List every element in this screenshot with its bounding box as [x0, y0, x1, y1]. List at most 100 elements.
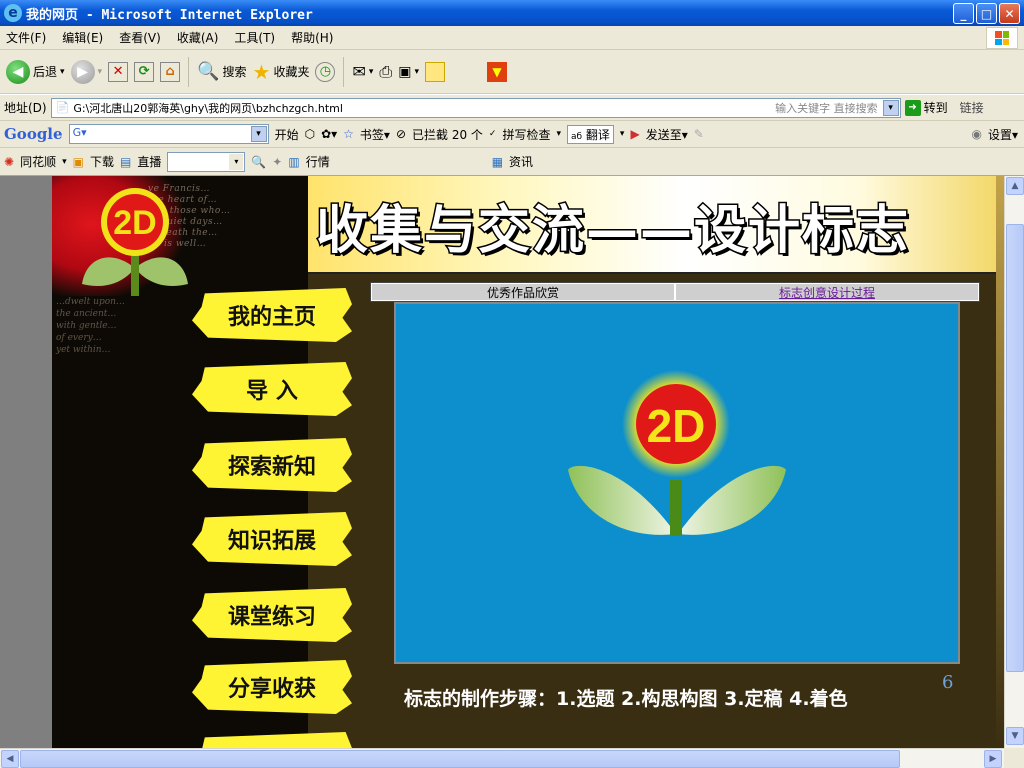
page-margin — [0, 176, 52, 748]
scroll-thumb[interactable] — [1006, 224, 1024, 672]
nav-introduction[interactable]: 导 入 — [192, 362, 352, 416]
maximize-button[interactable]: □ — [976, 3, 997, 24]
toolbar-divider — [343, 56, 345, 87]
close-button[interactable]: ✕ — [999, 3, 1020, 24]
nav-explore[interactable]: 探索新知 — [192, 438, 352, 492]
scroll-right-icon[interactable]: ▶ — [984, 750, 1002, 768]
chevron-down-icon[interactable]: ▾ — [882, 99, 899, 116]
chevron-down-icon[interactable]: ▾ — [60, 67, 65, 77]
news-icon: ▦ — [491, 154, 504, 169]
google-toolbar: Google G▾ ▾ 开始 ⬡ ✿▾ ☆ 书签▾ ⊘ 已拦截 20 个 ✓ 拼… — [0, 121, 1024, 148]
download-button[interactable]: 下载 — [90, 153, 114, 170]
tab-design-process[interactable]: 标志创意设计过程 — [675, 283, 979, 301]
live-icon: ▤ — [119, 154, 132, 169]
google-search-input[interactable]: G▾ ▾ — [68, 124, 269, 144]
tonghuashun-icon: ✺ — [4, 154, 15, 169]
nav-share[interactable]: 分享收获 — [192, 660, 352, 714]
search-button[interactable]: 🔍 搜索 — [197, 61, 246, 82]
print-button[interactable]: ⎙ — [379, 62, 392, 82]
webpage: ve Francis… the heart of… and those who…… — [52, 176, 1004, 748]
stock-code-input[interactable]: ▾ — [167, 151, 246, 172]
chevron-down-icon[interactable]: ▾ — [229, 153, 244, 170]
scroll-up-icon[interactable]: ▲ — [1006, 177, 1024, 195]
scroll-down-icon[interactable]: ▼ — [1006, 727, 1024, 745]
script-texture: …dwelt upon… the ancient… with gentle… o… — [56, 297, 125, 355]
spellcheck-button[interactable]: 拼写检查 — [502, 126, 550, 143]
download-icon: ▣ — [72, 154, 84, 169]
go-button[interactable]: ➜ 转到 — [904, 99, 948, 116]
bookmark-star-icon: ☆ — [343, 127, 354, 141]
menu-edit[interactable]: 编辑(E) — [62, 29, 103, 46]
back-button[interactable]: ◀ 后退 ▾ — [6, 59, 65, 84]
translate-icon: аб — [571, 131, 583, 142]
minimize-button[interactable]: _ — [953, 3, 974, 24]
chevron-down-icon[interactable]: ▾ — [98, 67, 103, 77]
vertical-scrollbar[interactable]: ▲ ▼ — [1004, 176, 1024, 748]
flower-logo-icon: 2D — [568, 370, 786, 536]
toolbar-divider — [188, 56, 190, 87]
menu-file[interactable]: 文件(F) — [6, 29, 46, 46]
quotes-button[interactable]: 行情 — [306, 153, 330, 170]
brush-icon[interactable]: ✦ — [272, 155, 282, 169]
content-tabs: 优秀作品欣赏 标志创意设计过程 — [370, 282, 980, 302]
settings-button[interactable]: 设置▾ — [988, 126, 1018, 143]
slide-number: 6 — [942, 672, 954, 693]
favorites-button[interactable]: ★ 收藏夹 — [253, 60, 310, 84]
back-arrow-icon: ◀ — [6, 59, 30, 84]
scroll-left-icon[interactable]: ◀ — [1, 750, 19, 768]
logo-lettering: 2D — [647, 400, 706, 452]
standard-toolbar: ◀ 后退 ▾ ▶ ▾ ✕ ⟳ ⌂ 🔍 搜索 ★ 收藏夹 ◷ ✉ ▾ ⎙ ▣ ▾ ▼ — [0, 50, 1024, 94]
logo-lettering: 2D — [113, 204, 156, 242]
sendto-button[interactable]: 发送至▾ — [646, 126, 688, 143]
window-controls: _ □ ✕ — [953, 3, 1020, 24]
horizontal-scrollbar[interactable]: ◀ ▶ — [0, 748, 1004, 768]
stop-icon[interactable]: ✕ — [108, 61, 129, 82]
go-label: 转到 — [923, 101, 948, 115]
menu-view[interactable]: 查看(V) — [119, 29, 161, 46]
home-icon[interactable]: ⌂ — [160, 61, 181, 82]
mail-button[interactable]: ✉ ▾ — [352, 62, 373, 81]
page-icon: 📄 — [55, 101, 70, 114]
chevron-down-icon[interactable]: ▾ — [556, 129, 561, 139]
scroll-corner — [1004, 748, 1024, 768]
translate-button[interactable]: аб 翻译 — [567, 124, 614, 144]
edit-button[interactable]: ▣ ▾ — [398, 64, 419, 80]
live-button[interactable]: 直播 — [137, 153, 161, 170]
bookmarks-button[interactable]: 书签▾ — [360, 126, 390, 143]
chevron-down-icon[interactable]: ▾ — [620, 129, 625, 139]
popup-blocked-count[interactable]: 已拦截 20 个 — [412, 126, 483, 143]
news-button[interactable]: 资讯 — [509, 153, 533, 170]
edit-icon: ▣ — [398, 63, 412, 80]
banner-title: 收集与交流——设计标志 — [314, 200, 911, 263]
logo-showcase: 2D — [394, 302, 960, 664]
menu-favorites[interactable]: 收藏(A) — [177, 29, 219, 46]
notes-button[interactable] — [424, 61, 445, 82]
favorites-label: 收藏夹 — [273, 65, 310, 79]
chevron-down-icon[interactable]: ▾ — [250, 126, 267, 142]
menu-help[interactable]: 帮助(H) — [291, 29, 333, 46]
history-icon[interactable]: ◷ — [315, 61, 336, 82]
settings-icon: ◉ — [971, 127, 982, 141]
links-button[interactable]: 链接 — [960, 99, 984, 116]
pencil-icon[interactable]: ✎ — [694, 127, 704, 141]
chevron-down-icon[interactable]: ▾ — [62, 157, 67, 167]
start-search-button[interactable]: 开始 — [275, 126, 299, 143]
nav-practice[interactable]: 课堂练习 — [192, 588, 352, 642]
refresh-icon[interactable]: ⟳ — [134, 61, 155, 82]
menu-tools[interactable]: 工具(T) — [234, 29, 275, 46]
search-icon[interactable]: 🔍 — [251, 155, 266, 169]
extension-button[interactable]: ▼ — [486, 61, 507, 82]
forward-button[interactable]: ▶ ▾ — [70, 59, 103, 84]
nav-my-homepage[interactable]: 我的主页 — [192, 288, 352, 342]
window-title: 我的网页 - Microsoft Internet Explorer — [26, 7, 313, 23]
address-input[interactable]: 📄 G:\河北唐山20郭海英\ghy\我的网页\bzhchzgch.html 输… — [50, 97, 901, 118]
forward-arrow-icon: ▶ — [70, 59, 95, 84]
puzzle-icon[interactable]: ✿▾ — [321, 127, 337, 141]
site-logo: 2D — [80, 186, 190, 299]
google-search-placeholder: G▾ — [72, 126, 87, 139]
tonghuashun-button[interactable]: 同花顺 — [20, 153, 56, 170]
scroll-thumb[interactable] — [20, 750, 900, 768]
page-banner: 收集与交流——设计标志 — [308, 176, 996, 274]
nav-extension[interactable]: 知识拓展 — [192, 512, 352, 566]
tab-excellent-works[interactable]: 优秀作品欣赏 — [371, 283, 675, 301]
